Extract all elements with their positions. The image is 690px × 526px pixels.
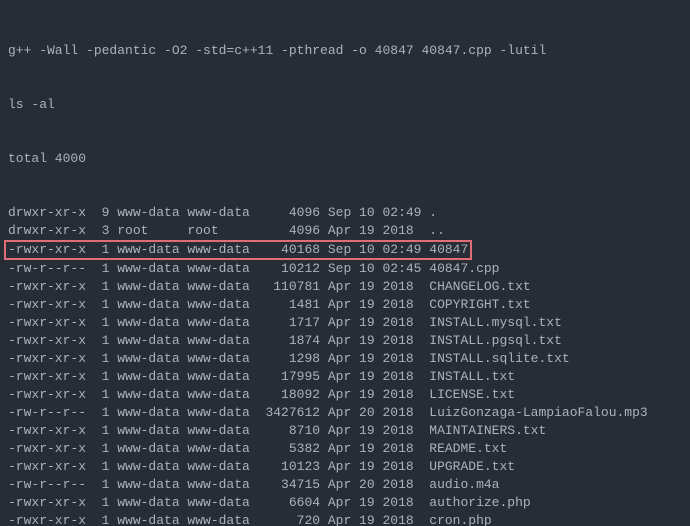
file-row: -rwxr-xr-x 1 www-data www-data 1298 Apr …	[8, 350, 682, 368]
file-row: drwxr-xr-x 9 www-data www-data 4096 Sep …	[8, 204, 682, 222]
command-compile: g++ -Wall -pedantic -O2 -std=c++11 -pthr…	[8, 42, 682, 60]
file-row: -rwxr-xr-x 1 www-data www-data 8710 Apr …	[8, 422, 682, 440]
file-row: -rwxr-xr-x 1 www-data www-data 18092 Apr…	[8, 386, 682, 404]
file-row: -rwxr-xr-x 1 www-data www-data 17995 Apr…	[8, 368, 682, 386]
file-row: -rwxr-xr-x 1 www-data www-data 10123 Apr…	[8, 458, 682, 476]
file-row: -rwxr-xr-x 1 www-data www-data 6604 Apr …	[8, 494, 682, 512]
file-row: -rwxr-xr-x 1 www-data www-data 1717 Apr …	[8, 314, 682, 332]
file-row: -rw-r--r-- 1 www-data www-data 34715 Apr…	[8, 476, 682, 494]
command-ls: ls -al	[8, 96, 682, 114]
file-row: -rwxr-xr-x 1 www-data www-data 1481 Apr …	[8, 296, 682, 314]
file-listing: drwxr-xr-x 9 www-data www-data 4096 Sep …	[8, 204, 682, 526]
file-row: -rwxr-xr-x 1 www-data www-data 1874 Apr …	[8, 332, 682, 350]
file-row: -rwxr-xr-x 1 www-data www-data 110781 Ap…	[8, 278, 682, 296]
file-row: -rw-r--r-- 1 www-data www-data 10212 Sep…	[8, 260, 682, 278]
file-row: -rw-r--r-- 1 www-data www-data 3427612 A…	[8, 404, 682, 422]
file-row: -rwxr-xr-x 1 www-data www-data 5382 Apr …	[8, 440, 682, 458]
file-row: drwxr-xr-x 3 root root 4096 Apr 19 2018 …	[8, 222, 682, 240]
file-row: -rwxr-xr-x 1 www-data www-data 40168 Sep…	[8, 240, 682, 260]
terminal-output: g++ -Wall -pedantic -O2 -std=c++11 -pthr…	[0, 0, 690, 526]
file-row: -rwxr-xr-x 1 www-data www-data 720 Apr 1…	[8, 512, 682, 526]
total-line: total 4000	[8, 150, 682, 168]
highlighted-file-row: -rwxr-xr-x 1 www-data www-data 40168 Sep…	[4, 240, 472, 260]
